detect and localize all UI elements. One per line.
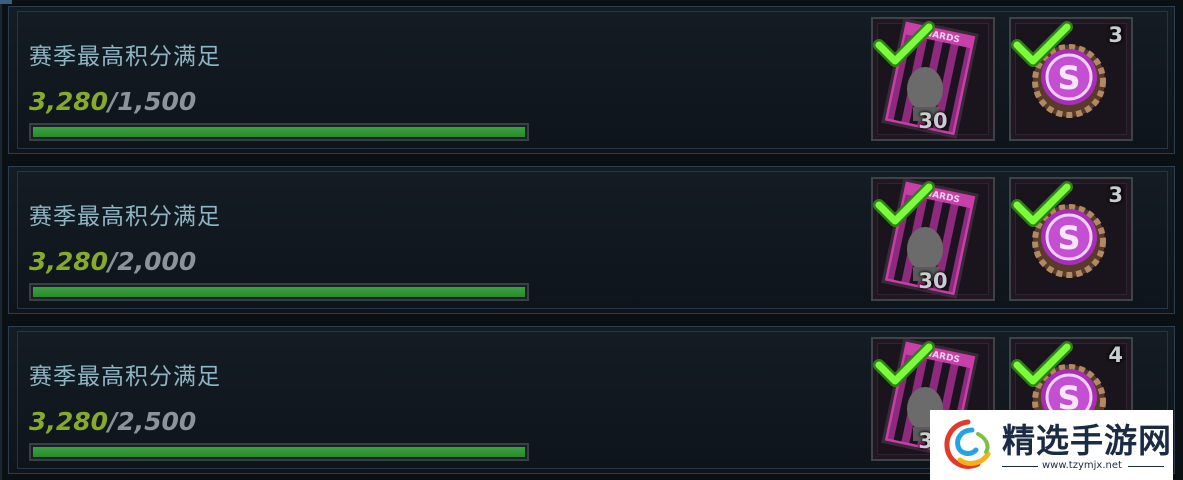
progress-separator: /	[108, 247, 118, 276]
claimed-check-icon	[873, 21, 935, 67]
reward-quantity: 30	[918, 109, 948, 133]
card-reward-slot[interactable]: AWARDS 30	[871, 17, 995, 141]
watermark-url: www.tzymjx.net	[1042, 460, 1122, 471]
watermark-divider	[1002, 466, 1038, 467]
progress-current: 3,280	[29, 407, 109, 436]
progress-value: 3,280/1,500	[29, 87, 196, 116]
task-row: 赛季最高积分满足 3,280/2,000 AWARDS 30 S 3	[8, 166, 1175, 314]
cap-reward-slot[interactable]: S 3	[1009, 17, 1133, 141]
task-title: 赛季最高积分满足	[29, 204, 221, 230]
claimed-check-icon	[1011, 341, 1073, 387]
progress-bar	[29, 283, 529, 301]
claimed-check-icon	[1011, 181, 1073, 227]
progress-bar	[29, 443, 529, 461]
progress-bar-fill	[33, 447, 525, 457]
claimed-check-icon	[1011, 21, 1073, 67]
watermark-text: 精选手游网	[1002, 421, 1172, 460]
progress-current: 3,280	[29, 247, 109, 276]
task-row: 赛季最高积分满足 3,280/1,500 AWARDS 30 S 3	[8, 6, 1175, 154]
reward-quantity: 4	[1108, 343, 1123, 367]
reward-quantity: 3	[1108, 183, 1123, 207]
watermark-divider	[1128, 466, 1164, 467]
progress-current: 3,280	[29, 87, 109, 116]
progress-bar	[29, 123, 529, 141]
reward-quantity: 30	[918, 269, 948, 293]
progress-goal: 2,500	[117, 407, 197, 436]
progress-value: 3,280/2,000	[29, 247, 196, 276]
progress-bar-fill	[33, 287, 525, 297]
site-watermark: 精选手游网 www.tzymjx.net	[930, 410, 1173, 480]
progress-goal: 2,000	[117, 247, 197, 276]
progress-value: 3,280/2,500	[29, 407, 196, 436]
task-title: 赛季最高积分满足	[29, 364, 221, 390]
left-edge-accent	[0, 0, 12, 4]
reward-quantity: 3	[1108, 23, 1123, 47]
progress-bar-fill	[33, 127, 525, 137]
cap-reward-slot[interactable]: S 3	[1009, 177, 1133, 301]
claimed-check-icon	[873, 181, 935, 227]
progress-goal: 1,500	[117, 87, 197, 116]
left-edge	[0, 0, 2, 480]
claimed-check-icon	[873, 341, 935, 387]
card-reward-slot[interactable]: AWARDS 30	[871, 177, 995, 301]
task-title: 赛季最高积分满足	[29, 44, 221, 70]
progress-separator: /	[108, 87, 118, 116]
watermark-logo-icon	[944, 419, 991, 469]
progress-separator: /	[108, 407, 118, 436]
